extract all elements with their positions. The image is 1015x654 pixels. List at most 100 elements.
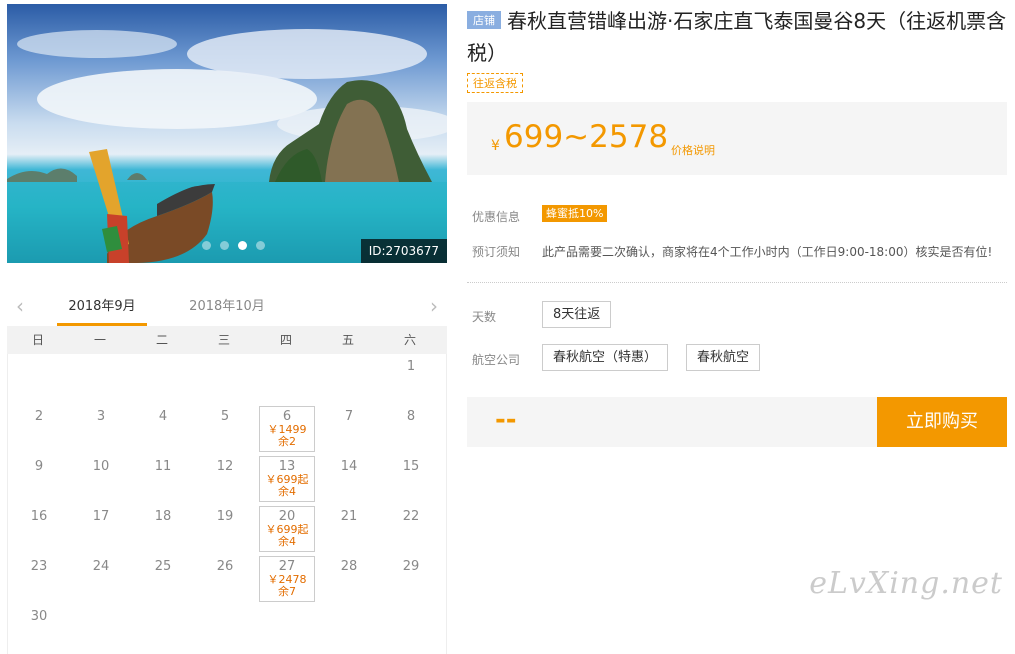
price-box: ¥ 699~2578 价格说明 xyxy=(467,102,1007,175)
carousel-dot[interactable] xyxy=(220,241,229,250)
calendar-month-nav: ‹ 2018年9月 2018年10月 › xyxy=(7,288,447,326)
price-range: 699~2578 xyxy=(504,119,669,155)
calendar-day: 2 xyxy=(8,404,70,454)
calendar-day: 19 xyxy=(194,504,256,554)
day-number: 2 xyxy=(34,409,44,424)
days-label: 天数 xyxy=(472,310,497,324)
calendar-day: 25 xyxy=(132,554,194,604)
weekday-label: 六 xyxy=(403,333,416,347)
carousel-dot[interactable] xyxy=(256,241,265,250)
notice-text: 此产品需要二次确认，商家将在4个工作小时内（工作日9:00-18:00）核实是否… xyxy=(542,245,993,259)
month-tab-active[interactable]: 2018年9月 xyxy=(57,298,147,326)
total-price: -- xyxy=(495,405,517,435)
shop-badge[interactable]: 店铺 xyxy=(467,11,501,29)
day-number: 12 xyxy=(216,459,234,474)
promo-label: 优惠信息 xyxy=(472,210,521,224)
day-number: 8 xyxy=(406,409,416,424)
month-tab[interactable]: 2018年10月 xyxy=(182,298,272,326)
weekday-label: 四 xyxy=(279,333,292,347)
calendar-day xyxy=(8,354,70,404)
carousel-dot-active[interactable] xyxy=(238,241,247,250)
product-title: 春秋直营错峰出游·石家庄直飞泰国曼谷8天（往返机票含税） xyxy=(467,9,1007,65)
airline-label: 航空公司 xyxy=(472,353,521,367)
calendar-day: 24 xyxy=(70,554,132,604)
weekday-header: 日 一 二 三 四 五 六 xyxy=(7,326,447,354)
calendar-day xyxy=(70,354,132,404)
divider xyxy=(467,282,1007,283)
day-number: 21 xyxy=(340,509,358,524)
calendar-day xyxy=(132,354,194,404)
day-number: 16 xyxy=(30,509,48,524)
day-number: 26 xyxy=(216,559,234,574)
day-number: 17 xyxy=(92,509,110,524)
calendar-day-available[interactable]: 6 ￥1499 余2 xyxy=(259,406,315,452)
calendar-day: 4 xyxy=(132,404,194,454)
day-number: 18 xyxy=(154,509,172,524)
next-month-icon[interactable]: › xyxy=(425,294,443,318)
day-stock: 余4 xyxy=(278,485,296,498)
day-number: 14 xyxy=(340,459,358,474)
buy-now-button[interactable]: 立即购买 xyxy=(877,397,1007,447)
calendar-day: 22 xyxy=(380,504,442,554)
day-number: 11 xyxy=(154,459,172,474)
calendar-day: 12 xyxy=(194,454,256,504)
tax-tag: 往返含税 xyxy=(467,73,523,93)
product-hero-image[interactable]: ID:2703677 xyxy=(7,4,447,263)
carousel-dots xyxy=(202,241,265,250)
calendar-day-available[interactable]: 27 ￥2478 余7 xyxy=(259,556,315,602)
day-number: 20 xyxy=(278,509,296,524)
calendar-day: 16 xyxy=(8,504,70,554)
calendar-day: 9 xyxy=(8,454,70,504)
day-number: 22 xyxy=(402,509,420,524)
day-number: 29 xyxy=(402,559,420,574)
day-stock: 余2 xyxy=(278,435,296,448)
calendar-day xyxy=(318,354,380,404)
calendar-day: 15 xyxy=(380,454,442,504)
calendar-day: 1 xyxy=(380,354,442,404)
calendar-day: 7 xyxy=(318,404,380,454)
day-number: 4 xyxy=(158,409,168,424)
calendar-grid: 1 2 3 4 5 6 ￥1499 余2 7 8 9 10 11 12 13 ￥699起 余4 14 15 16 17 1… xyxy=(7,354,447,654)
calendar-day: 26 xyxy=(194,554,256,604)
days-option-button[interactable]: 8天往返 xyxy=(542,301,612,328)
day-number: 13 xyxy=(278,459,296,474)
calendar-day xyxy=(194,354,256,404)
calendar-day: 17 xyxy=(70,504,132,554)
calendar-day: 21 xyxy=(318,504,380,554)
calendar-day: 11 xyxy=(132,454,194,504)
calendar-day: 23 xyxy=(8,554,70,604)
calendar-day: 10 xyxy=(70,454,132,504)
calendar-day-available[interactable]: 20 ￥699起 余4 xyxy=(259,506,315,552)
calendar-day: 5 xyxy=(194,404,256,454)
prev-month-icon[interactable]: ‹ xyxy=(11,294,29,318)
carousel-dot[interactable] xyxy=(202,241,211,250)
product-title-row: 店铺 春秋直营错峰出游·石家庄直飞泰国曼谷8天（往返机票含税） xyxy=(467,5,1007,69)
weekday-label: 日 xyxy=(31,333,44,347)
day-number: 25 xyxy=(154,559,172,574)
calendar-day: 18 xyxy=(132,504,194,554)
day-number: 1 xyxy=(406,359,416,374)
calendar-day: 29 xyxy=(380,554,442,604)
day-number: 5 xyxy=(220,409,230,424)
notice-label: 预订须知 xyxy=(472,245,521,259)
weekday-label: 五 xyxy=(341,333,354,347)
image-id-label: ID:2703677 xyxy=(360,239,447,263)
day-number: 6 xyxy=(282,409,292,424)
day-number: 23 xyxy=(30,559,48,574)
calendar-day: 3 xyxy=(70,404,132,454)
watermark-logo: eLvXing.net xyxy=(809,566,1003,601)
day-number: 19 xyxy=(216,509,234,524)
currency-symbol: ¥ xyxy=(491,138,500,154)
buy-bar: -- 立即购买 xyxy=(467,397,1007,447)
departure-calendar: ‹ 2018年9月 2018年10月 › 日 一 二 三 四 五 六 12345… xyxy=(7,288,447,654)
airline-option-button[interactable]: 春秋航空（特惠） xyxy=(542,344,669,371)
day-number: 30 xyxy=(30,609,48,624)
airline-option-button[interactable]: 春秋航空 xyxy=(686,344,761,371)
weekday-label: 三 xyxy=(217,333,230,347)
price-note-link[interactable]: 价格说明 xyxy=(671,142,715,158)
weekday-label: 一 xyxy=(93,333,106,347)
day-stock: 余7 xyxy=(278,585,296,598)
day-number: 24 xyxy=(92,559,110,574)
calendar-day-available[interactable]: 13 ￥699起 余4 xyxy=(259,456,315,502)
weekday-label: 二 xyxy=(155,333,168,347)
